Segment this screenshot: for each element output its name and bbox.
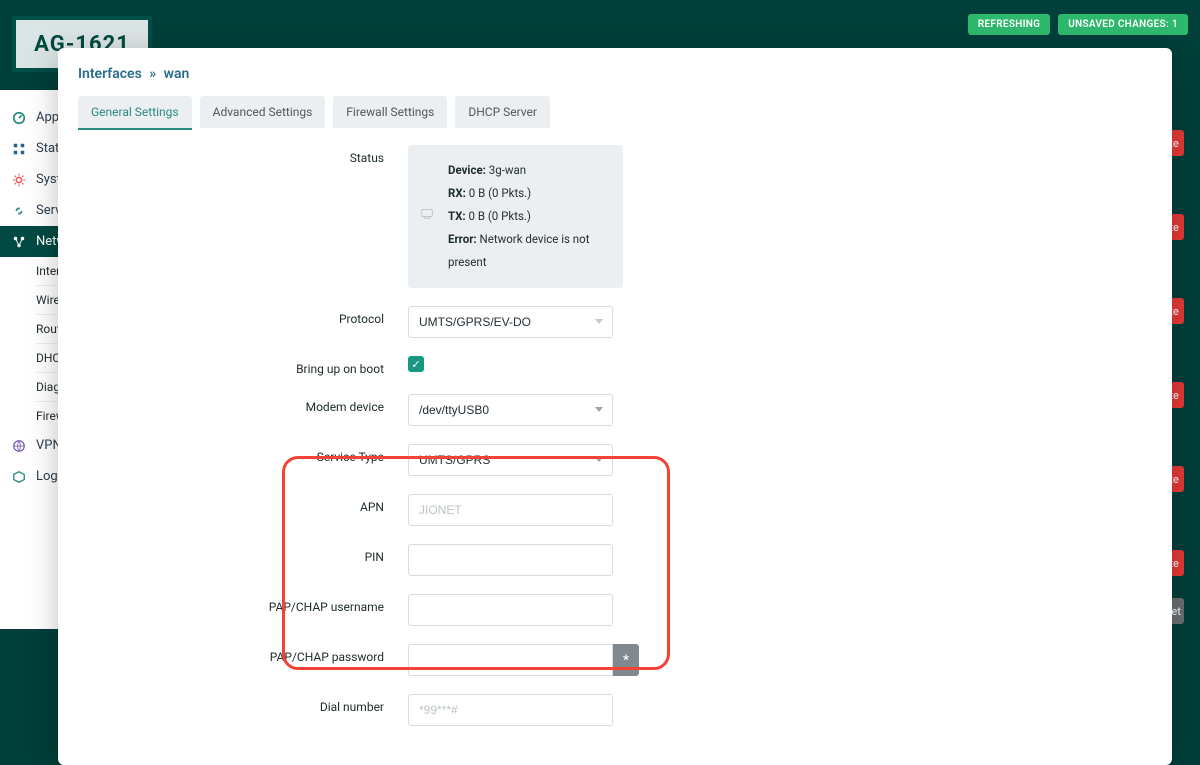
network-icon <box>420 205 434 219</box>
unsaved-badge[interactable]: UNSAVED CHANGES:1 <box>1058 14 1188 35</box>
status-box: Device: 3g-wan RX: 0 B (0 Pkts.) TX: 0 B… <box>408 145 623 288</box>
share-icon <box>12 235 26 249</box>
tabs: General Settings Advanced Settings Firew… <box>78 96 1152 128</box>
refreshing-badge: REFRESHING <box>968 14 1050 35</box>
modal-title: Interfaces » wan <box>78 66 1152 82</box>
pap-pass-input[interactable] <box>408 644 613 676</box>
row-apn: APN <box>78 485 1152 535</box>
bring-up-checkbox[interactable]: ✓ <box>408 356 424 372</box>
interface-modal: Interfaces » wan General Settings Advanc… <box>58 48 1172 765</box>
row-dial: Dial number <box>78 685 1152 735</box>
row-pap-pass: PAP/CHAP password * <box>78 635 1152 685</box>
row-bring-up: Bring up on boot ✓ <box>78 347 1152 385</box>
box-icon <box>12 470 26 484</box>
service-type-select[interactable]: UMTS/GPRS <box>408 444 613 476</box>
row-pap-user: PAP/CHAP username <box>78 585 1152 635</box>
row-status: Status Device: 3g-wan RX: 0 B (0 Pkts.) … <box>78 136 1152 297</box>
row-modem-device: Modem device /dev/ttyUSB0 <box>78 385 1152 435</box>
service-type-label: Service Type <box>78 444 408 464</box>
tab-firewall[interactable]: Firewall Settings <box>333 96 447 128</box>
bring-up-label: Bring up on boot <box>78 356 408 376</box>
protocol-select[interactable]: UMTS/GPRS/EV-DO <box>408 306 613 338</box>
pap-user-label: PAP/CHAP username <box>78 594 408 614</box>
form: Status Device: 3g-wan RX: 0 B (0 Pkts.) … <box>78 136 1152 735</box>
apn-input[interactable] <box>408 494 613 526</box>
password-reveal-icon[interactable]: * <box>613 644 639 676</box>
tab-dhcp[interactable]: DHCP Server <box>455 96 550 128</box>
apn-label: APN <box>78 494 408 514</box>
protocol-label: Protocol <box>78 306 408 326</box>
modem-device-select[interactable]: /dev/ttyUSB0 <box>408 394 613 426</box>
row-protocol: Protocol UMTS/GPRS/EV-DO <box>78 297 1152 347</box>
pap-pass-label: PAP/CHAP password <box>78 644 408 664</box>
pin-input[interactable] <box>408 544 613 576</box>
dial-label: Dial number <box>78 694 408 714</box>
status-label: Status <box>78 145 408 165</box>
modem-device-label: Modem device <box>78 394 408 414</box>
dashboard-icon <box>12 111 26 125</box>
tab-general[interactable]: General Settings <box>78 96 192 128</box>
row-service-type: Service Type UMTS/GPRS <box>78 435 1152 485</box>
pin-label: PIN <box>78 544 408 564</box>
gear-icon <box>12 173 26 187</box>
grid-icon <box>12 142 26 156</box>
pap-user-input[interactable] <box>408 594 613 626</box>
top-badges: REFRESHING UNSAVED CHANGES:1 <box>968 14 1188 35</box>
globe-icon <box>12 439 26 453</box>
row-pin: PIN <box>78 535 1152 585</box>
tab-advanced[interactable]: Advanced Settings <box>200 96 326 128</box>
dial-input[interactable] <box>408 694 613 726</box>
link-icon <box>12 204 26 218</box>
